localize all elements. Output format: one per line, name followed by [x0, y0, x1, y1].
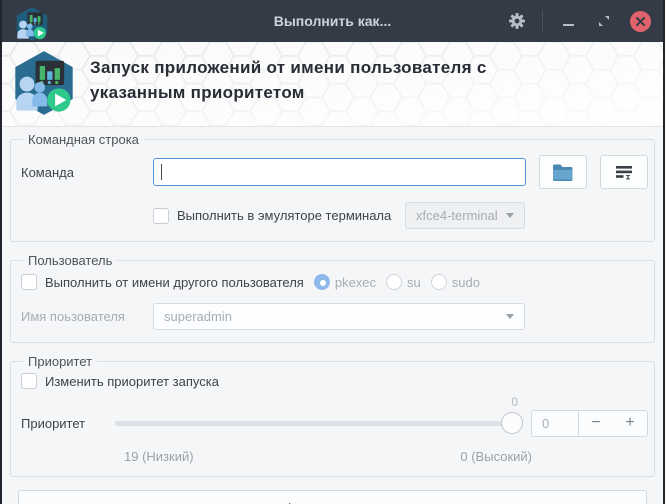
spin-increment-button[interactable]: + [613, 411, 647, 436]
run-button-label: Запустить [310, 501, 376, 504]
titlebar-separator [542, 10, 543, 32]
spin-decrement-button[interactable]: − [579, 411, 613, 436]
run-button[interactable]: Запустить [18, 490, 647, 504]
slider-track[interactable] [115, 421, 523, 426]
chevron-down-icon [506, 314, 514, 319]
su-radio-label: su [407, 274, 421, 290]
sudo-radio[interactable] [430, 274, 447, 290]
main-content: Командная строка Команда Выполнить в эму… [2, 127, 663, 504]
priority-range-labels: 19 (Низкий) 0 (Высокий) [21, 449, 648, 464]
change-priority-checkbox-label: Изменить приоритет запуска [45, 373, 219, 389]
close-button[interactable] [629, 10, 651, 32]
other-user-checkbox-label: Выполнить от имени другого пользователя [45, 274, 304, 290]
username-select[interactable]: superadmin [153, 303, 525, 330]
insert-text-button[interactable] [600, 155, 648, 189]
app-title: Запуск приложений от имени пользователя … [90, 58, 487, 102]
command-input[interactable] [153, 158, 526, 186]
priority-spinbox: 0 − + [531, 409, 648, 437]
change-priority-checkbox[interactable] [21, 373, 37, 389]
text-caret [161, 164, 162, 180]
sudo-radio-label: sudo [451, 274, 480, 290]
folder-icon [553, 164, 573, 181]
slider-value-label: 0 [511, 395, 518, 409]
terminal-checkbox-label: Выполнить в эмуляторе терминала [177, 208, 392, 223]
user-group: Пользователь Выполнить от имени другого … [10, 253, 655, 343]
priority-group: Приоритет Изменить приоритет запуска При… [10, 354, 655, 477]
other-user-checkbox[interactable] [21, 274, 37, 290]
user-group-legend: Пользователь [28, 253, 113, 268]
radio-item-su[interactable]: su [386, 274, 421, 290]
insert-text-icon [616, 165, 632, 179]
restore-icon [599, 16, 609, 26]
terminal-select-value: xfce4-terminal [416, 208, 498, 223]
pkexec-radio-label: pkexec [334, 274, 377, 290]
minimize-button[interactable] [557, 10, 579, 32]
terminal-checkbox[interactable] [153, 207, 169, 224]
minimize-icon [562, 24, 574, 26]
settings-gear-button[interactable] [506, 10, 528, 32]
slider-handle[interactable] [501, 412, 523, 434]
app-logo-icon-large [15, 51, 73, 115]
priority-slider[interactable]: 0 [115, 395, 523, 437]
priority-label: Приоритет [21, 415, 86, 431]
auth-method-radios: pkexec su sudo [313, 274, 480, 290]
su-radio[interactable] [386, 274, 403, 290]
app-logo-icon [16, 7, 48, 41]
spinbox-value: 0 [532, 410, 579, 436]
chevron-down-icon [506, 213, 514, 218]
username-label: Имя поьзователя [21, 309, 125, 324]
browse-file-button[interactable] [539, 155, 587, 189]
priority-high-label: 0 (Высокий) [460, 449, 532, 464]
pkexec-radio[interactable] [313, 274, 330, 290]
command-group-legend: Командная строка [28, 132, 139, 147]
priority-group-legend: Приоритет [28, 354, 93, 369]
run-as-window: Выполнить как... Запуск приложений от им… [0, 0, 665, 504]
close-icon [635, 16, 645, 26]
header-banner: Запуск приложений от имени пользователя … [2, 42, 663, 127]
priority-low-label: 19 (Низкий) [124, 449, 194, 464]
radio-item-pkexec[interactable]: pkexec [313, 274, 377, 290]
command-line-group: Командная строка Команда Выполнить в эму… [10, 132, 655, 242]
username-select-value: superadmin [164, 309, 232, 324]
command-label: Команда [21, 164, 74, 180]
restore-button[interactable] [593, 10, 615, 32]
terminal-select[interactable]: xfce4-terminal [405, 202, 525, 229]
gear-icon [509, 13, 525, 29]
radio-item-sudo[interactable]: sudo [430, 274, 480, 290]
titlebar: Выполнить как... [2, 0, 663, 42]
